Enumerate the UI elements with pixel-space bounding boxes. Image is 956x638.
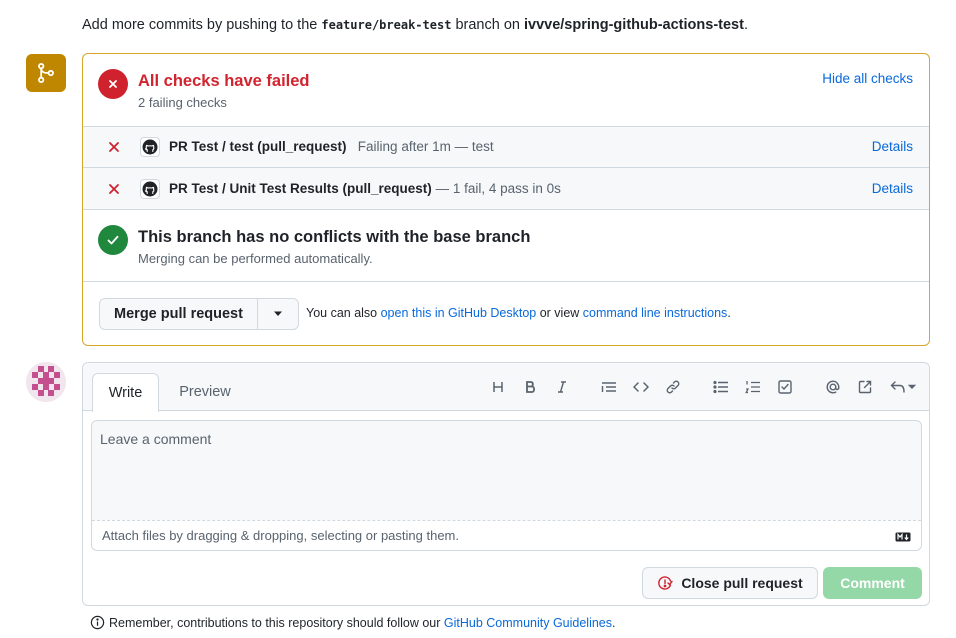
check-circle-icon	[98, 225, 128, 255]
checks-title: All checks have failed	[138, 72, 310, 90]
attach-files-hint[interactable]: Attach files by dragging & dropping, sel…	[92, 520, 921, 550]
community-guidelines-link[interactable]: GitHub Community Guidelines	[444, 616, 612, 630]
italic-icon[interactable]	[552, 377, 572, 397]
check-name: PR Test / Unit Test Results (pull_reques…	[169, 181, 432, 196]
tab-preview[interactable]: Preview	[167, 373, 243, 411]
branch-name: feature/break-test	[321, 18, 452, 32]
merge-actions: Merge pull request You can also open thi…	[83, 281, 929, 345]
checks-summary: All checks have failed 2 failing checks …	[83, 54, 929, 126]
check-row: PR Test / test (pull_request) Failing af…	[83, 126, 929, 167]
check-status: Failing after 1m — test	[357, 139, 494, 154]
link-icon[interactable]	[663, 377, 683, 397]
merge-options-dropdown[interactable]	[258, 299, 298, 329]
github-logo-icon	[140, 179, 160, 199]
fail-x-icon	[108, 182, 120, 198]
conflicts-subtitle: Merging can be performed automatically.	[138, 251, 373, 266]
heading-icon[interactable]	[488, 377, 508, 397]
triangle-down-icon	[274, 311, 282, 316]
merge-status-box: All checks have failed 2 failing checks …	[82, 53, 930, 346]
conflicts-title: This branch has no conflicts with the ba…	[138, 228, 531, 246]
merge-hint: You can also open this in GitHub Desktop…	[306, 306, 731, 320]
check-details-link[interactable]: Details	[872, 181, 913, 196]
avatar[interactable]	[26, 362, 66, 402]
bold-icon[interactable]	[520, 377, 540, 397]
markdown-icon[interactable]	[895, 529, 911, 545]
command-line-link[interactable]: command line instructions	[583, 306, 728, 320]
unordered-list-icon[interactable]	[711, 377, 731, 397]
issue-closed-icon	[658, 576, 674, 590]
check-status: — 1 fail, 4 pass in 0s	[435, 181, 561, 196]
hide-all-checks-link[interactable]: Hide all checks	[822, 71, 913, 86]
comment-textarea[interactable]	[92, 421, 921, 520]
comment-form: Write Preview Leave a comment Attach fil…	[82, 362, 930, 606]
check-row: PR Test / Unit Test Results (pull_reques…	[83, 167, 929, 209]
ordered-list-icon[interactable]	[743, 377, 763, 397]
info-icon	[90, 615, 105, 630]
checks-subtitle: 2 failing checks	[138, 95, 227, 110]
check-name: PR Test / test (pull_request)	[169, 139, 347, 154]
comment-editor: Attach files by dragging & dropping, sel…	[91, 420, 922, 551]
comment-button[interactable]: Comment	[823, 567, 922, 599]
open-desktop-link[interactable]: open this in GitHub Desktop	[381, 306, 537, 320]
close-pull-request-button[interactable]: Close pull request	[642, 567, 818, 599]
editor-tabbar: Write Preview	[83, 363, 929, 412]
push-hint: Add more commits by pushing to the featu…	[82, 17, 748, 33]
fail-x-icon	[108, 140, 120, 156]
tasklist-icon[interactable]	[775, 377, 795, 397]
mention-icon[interactable]	[823, 377, 843, 397]
checks-failed-icon	[98, 69, 128, 99]
reply-icon[interactable]	[889, 377, 919, 397]
reference-icon[interactable]	[855, 377, 875, 397]
conflicts-status: This branch has no conflicts with the ba…	[83, 209, 929, 281]
github-logo-icon	[140, 137, 160, 157]
check-details-link[interactable]: Details	[872, 139, 913, 154]
git-merge-icon	[26, 54, 66, 92]
repo-name: ivvve/spring-github-actions-test	[523, 17, 744, 33]
code-icon[interactable]	[631, 377, 651, 397]
quote-icon[interactable]	[599, 377, 619, 397]
merge-pull-request-button[interactable]: Merge pull request	[100, 299, 258, 329]
community-guidelines-note: Remember, contributions to this reposito…	[90, 615, 616, 630]
tab-write[interactable]: Write	[92, 373, 159, 412]
merge-button-group: Merge pull request	[99, 298, 299, 330]
